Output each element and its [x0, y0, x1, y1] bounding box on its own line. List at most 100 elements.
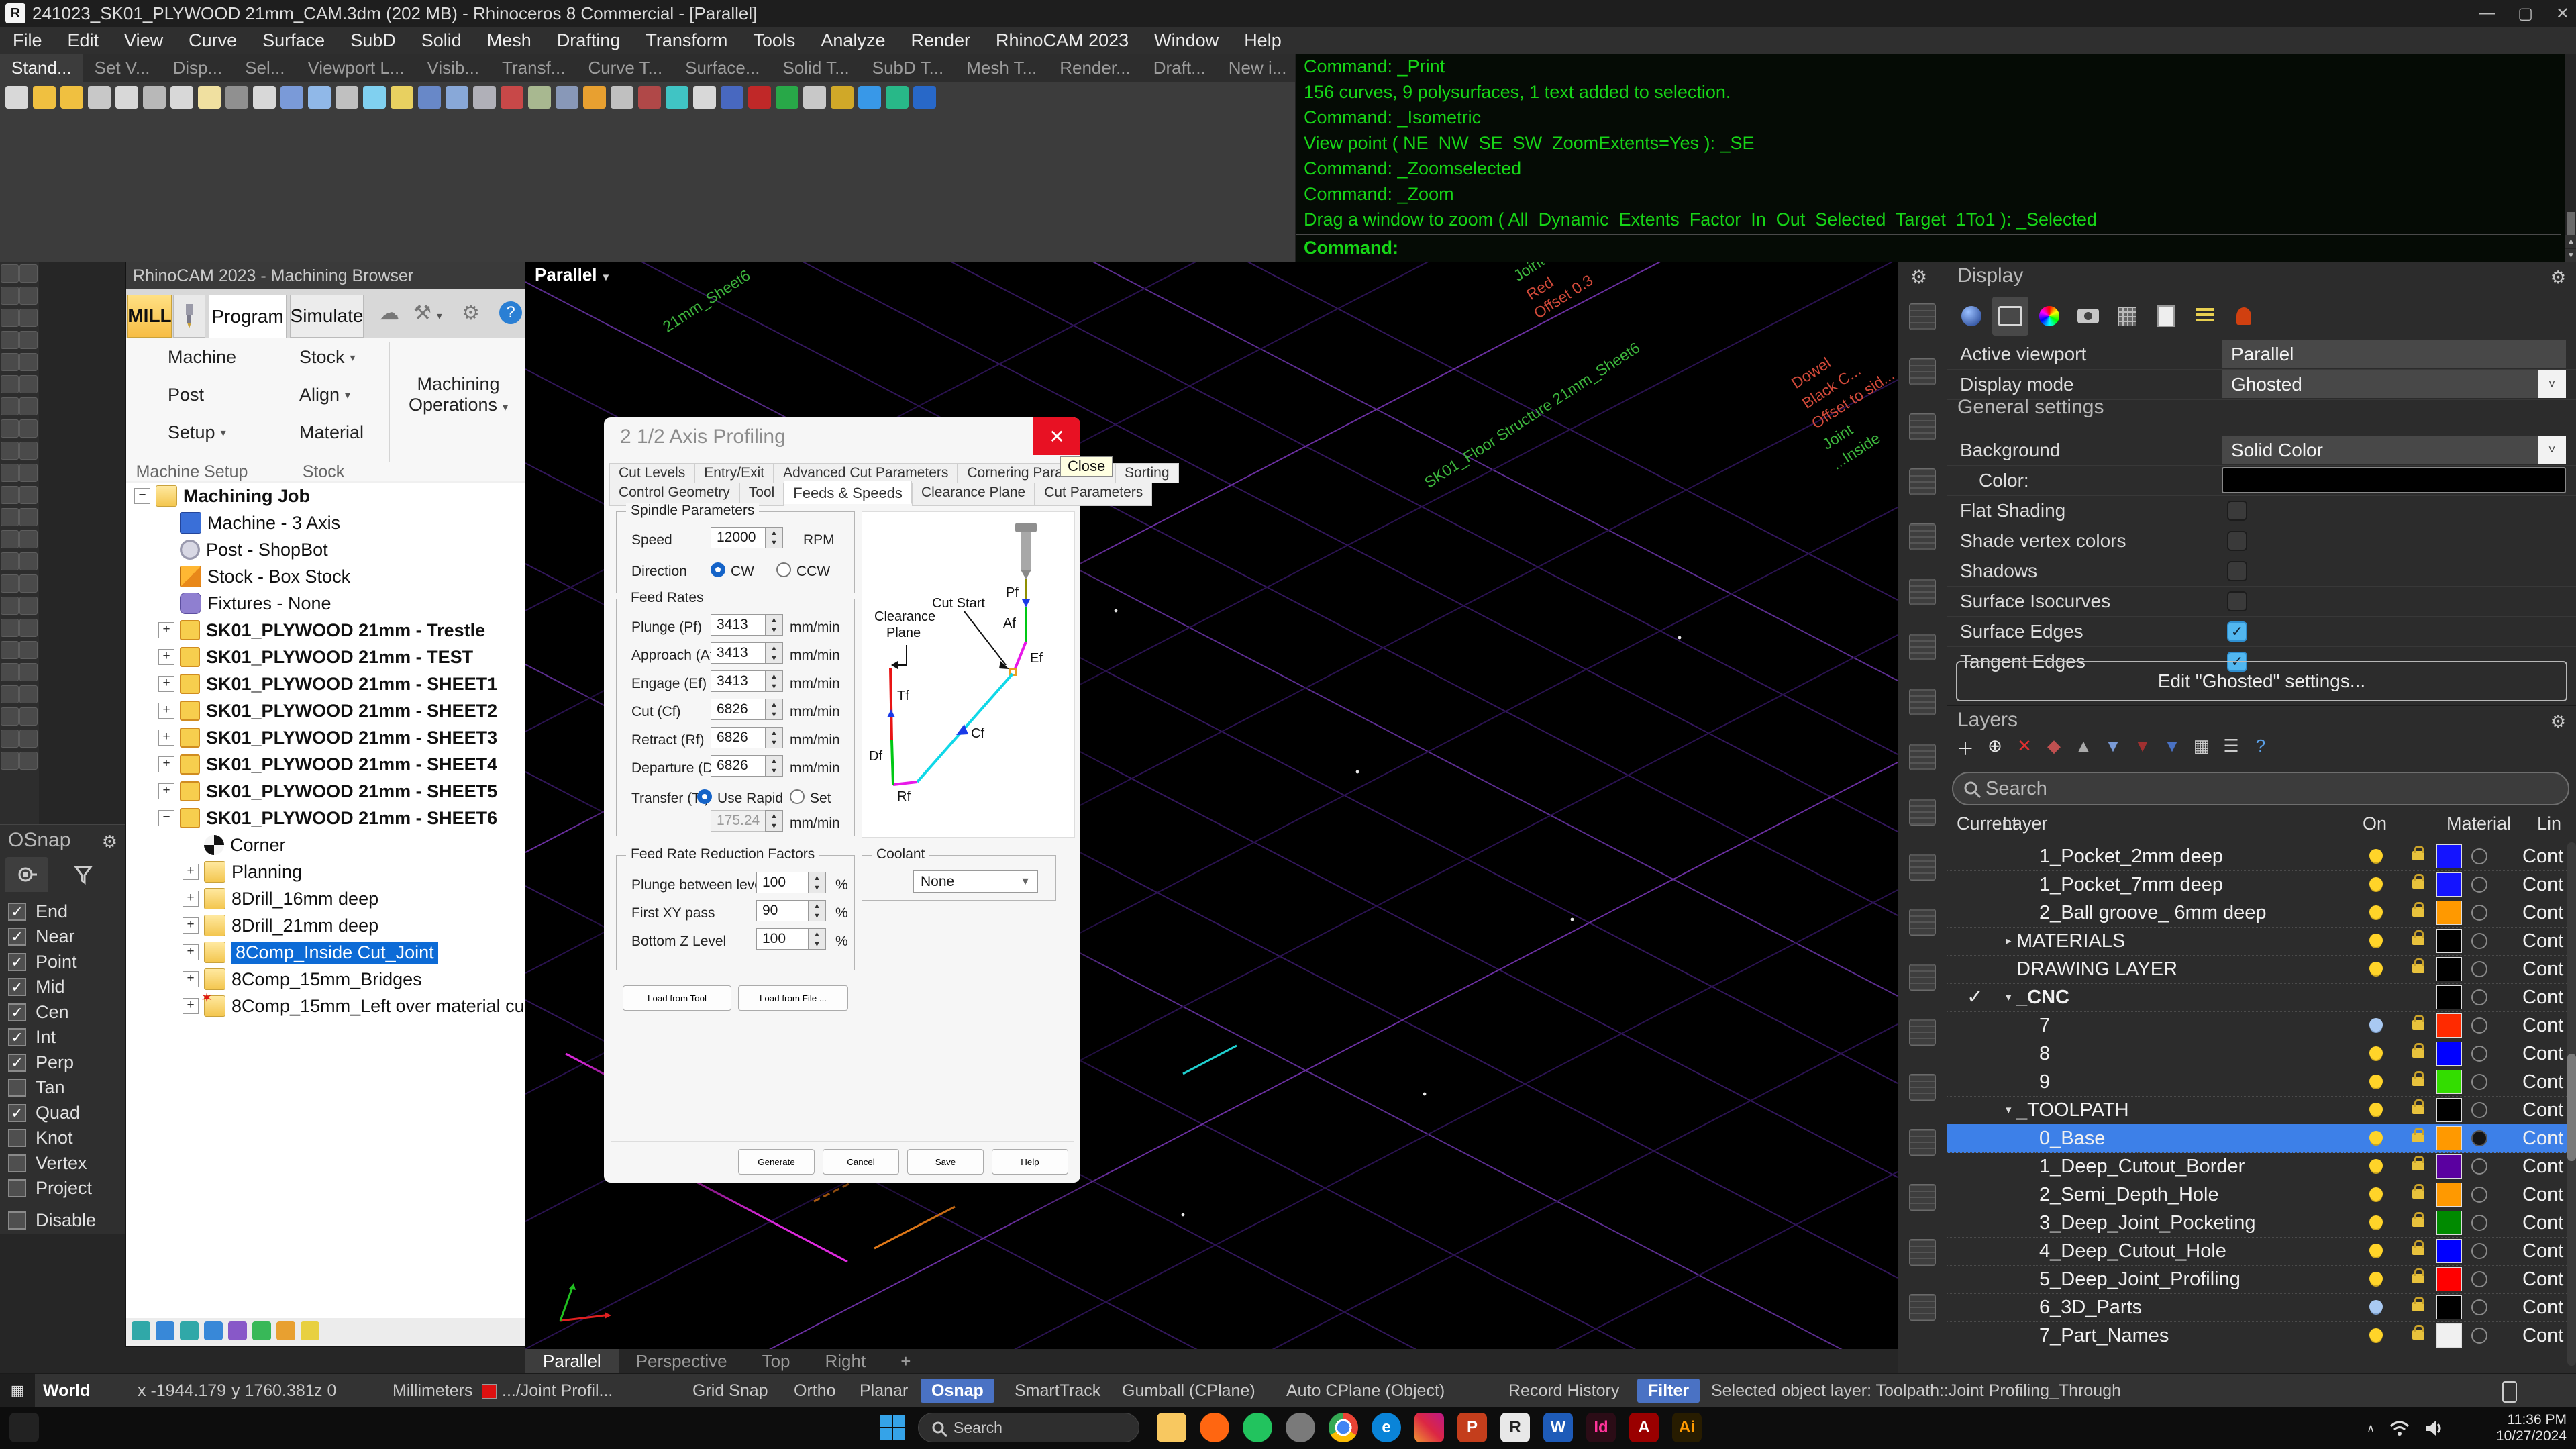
dialog-tab-entry-exit[interactable]: Entry/Exit [694, 463, 774, 483]
toolbar-tab-12[interactable]: Mesh T... [955, 54, 1048, 82]
bulb-on-icon[interactable] [2369, 1103, 2383, 1116]
match-layer-icon[interactable]: ◆ [2041, 736, 2067, 756]
side-tool-icon-21[interactable] [1, 486, 19, 504]
material-circle-icon[interactable] [2471, 1271, 2487, 1287]
layer-row[interactable]: 2_Ball groove_ 6mm deepContinuous [1947, 899, 2567, 928]
menu-view[interactable]: View [111, 27, 176, 54]
side-tool-icon-9[interactable] [1, 353, 19, 371]
edit-ghosted-settings-button[interactable]: Edit "Ghosted" settings... [1956, 661, 2567, 701]
layer-row[interactable]: ▸MATERIALSContinuous [1947, 927, 2567, 956]
dialog-tab-cut-levels[interactable]: Cut Levels [609, 463, 694, 483]
checkbox-unchecked[interactable] [8, 1179, 26, 1197]
osnap-tab-filter[interactable] [62, 857, 105, 892]
panel-strip-icon-4[interactable] [1909, 468, 1936, 495]
layer-linetype[interactable]: Continuous [2522, 1321, 2565, 1350]
page-icon[interactable] [2148, 297, 2184, 336]
tree-item[interactable]: Stock - Box Stock [126, 563, 525, 590]
side-tool-icon-8[interactable] [19, 331, 38, 349]
filter-blue-icon[interactable]: ▼ [2159, 736, 2185, 756]
side-tool-icon-14[interactable] [19, 397, 38, 415]
network-icon[interactable] [2389, 1407, 2410, 1449]
layer-row[interactable]: 4_Deep_Cutout_HoleContinuous [1947, 1237, 2567, 1266]
layer-color-swatch[interactable] [2436, 1183, 2462, 1207]
lock-open-icon[interactable] [2412, 1048, 2424, 1058]
side-tool-icon-17[interactable] [1, 442, 19, 460]
column-header-layer[interactable]: Layer [2002, 813, 2048, 834]
toolbar-tab-14[interactable]: Draft... [1142, 54, 1217, 82]
taskbar-corner-icon[interactable] [9, 1413, 39, 1442]
side-tool-icon-11[interactable] [1, 375, 19, 393]
layer-color-swatch[interactable] [2436, 1126, 2462, 1150]
toolbar-tab-2[interactable]: Set V... [83, 54, 162, 82]
checkbox-unchecked[interactable] [8, 1129, 26, 1147]
firefox-icon[interactable] [1200, 1413, 1229, 1442]
word-icon[interactable]: W [1543, 1413, 1573, 1442]
scrollbar-thumb[interactable] [2567, 1054, 2576, 1161]
command-prompt[interactable]: Command: [1296, 234, 2561, 262]
bulb-on-icon[interactable] [2369, 1159, 2383, 1172]
menu-help[interactable]: Help [1231, 27, 1294, 54]
bulb-off-icon[interactable] [2369, 1018, 2383, 1032]
material-button[interactable]: Material [272, 422, 364, 443]
bulb-on-icon[interactable] [2369, 1131, 2383, 1144]
panel-strip-icon-7[interactable] [1909, 634, 1936, 660]
bulb-on-icon[interactable] [2369, 1328, 2383, 1342]
browser-bottom-icon-5[interactable] [228, 1321, 247, 1340]
gear-icon[interactable]: ⚙ [1910, 266, 1927, 288]
tree-expander-icon[interactable]: + [158, 730, 174, 746]
tree-expander-icon[interactable]: − [134, 488, 150, 504]
layer-row[interactable]: DRAWING LAYERContinuous [1947, 955, 2567, 984]
grid-icon[interactable] [2109, 297, 2145, 336]
osnap-item-knot[interactable]: Knot [8, 1127, 73, 1150]
toolbar-icon-17[interactable] [446, 86, 468, 109]
toolbar-icon-20[interactable] [528, 86, 551, 109]
browser-bottom-icon-2[interactable] [156, 1321, 174, 1340]
checkbox-checked[interactable]: ✓ [8, 1003, 26, 1021]
toolbar-icon-5[interactable] [115, 86, 138, 109]
bell-icon[interactable] [2226, 297, 2262, 336]
checkbox-checked[interactable]: ✓ [8, 978, 26, 996]
lock-open-icon[interactable] [2412, 964, 2424, 973]
panel-strip-icon-9[interactable] [1909, 744, 1936, 770]
help-button[interactable]: Help [992, 1149, 1068, 1175]
scroll-up-icon[interactable]: ▲ [2565, 235, 2576, 248]
layer-expander-icon[interactable]: ▸ [2006, 927, 2012, 955]
toolbar-icon-32[interactable] [858, 86, 881, 109]
post-button[interactable]: Post [141, 385, 204, 405]
generate-button[interactable]: Generate [738, 1149, 815, 1175]
panel-strip-icon-3[interactable] [1909, 413, 1936, 440]
layer-linetype[interactable]: Continuous [2522, 1209, 2565, 1237]
toolbar-icon-10[interactable] [253, 86, 276, 109]
checkbox-checked[interactable]: ✓ [2227, 621, 2247, 642]
material-circle-icon[interactable] [2471, 1017, 2487, 1034]
help-icon[interactable]: ? [499, 301, 522, 324]
tree-item[interactable]: Corner [126, 832, 525, 858]
menu-transform[interactable]: Transform [633, 27, 740, 54]
new-sublayer-icon[interactable]: ⊕ [1981, 736, 2008, 756]
bulb-on-icon[interactable] [2369, 1046, 2383, 1060]
column-header-material[interactable]: Material [2446, 813, 2511, 834]
panel-strip-icon-19[interactable] [1909, 1294, 1936, 1321]
powerpoint-icon[interactable]: P [1457, 1413, 1487, 1442]
toolbar-tab-4[interactable]: Sel... [234, 54, 296, 82]
side-tool-icon-38[interactable] [19, 663, 38, 681]
osnap-item-cen[interactable]: ✓Cen [8, 1001, 69, 1023]
set-radio[interactable] [790, 789, 805, 804]
toolbar-icon-24[interactable] [638, 86, 661, 109]
indesign-icon[interactable]: Id [1586, 1413, 1616, 1442]
side-tool-icon-41[interactable] [1, 707, 19, 726]
status-toggle-filter[interactable]: Filter [1637, 1379, 1700, 1403]
toolbar-tab-5[interactable]: Viewport L... [296, 54, 415, 82]
panel-strip-icon-17[interactable] [1909, 1184, 1936, 1211]
toolbar-tab-6[interactable]: Visib... [415, 54, 491, 82]
bulb-on-icon[interactable] [2369, 877, 2383, 891]
status-toggle-grid-snap[interactable]: Grid Snap [692, 1374, 768, 1407]
panel-strip-icon-14[interactable] [1909, 1019, 1936, 1046]
layer-color-swatch[interactable] [2436, 929, 2462, 953]
rhino-icon[interactable]: R [1500, 1413, 1530, 1442]
reduction-stepper[interactable]: ▲▼ [808, 900, 826, 921]
status-toggle-gumball-cplane-[interactable]: Gumball (CPlane) [1122, 1374, 1255, 1407]
material-circle-icon[interactable] [2471, 1215, 2487, 1231]
command-scrollbar[interactable]: ▲ ▼ [2565, 54, 2576, 262]
dialog-tab-sorting[interactable]: Sorting [1115, 463, 1179, 483]
